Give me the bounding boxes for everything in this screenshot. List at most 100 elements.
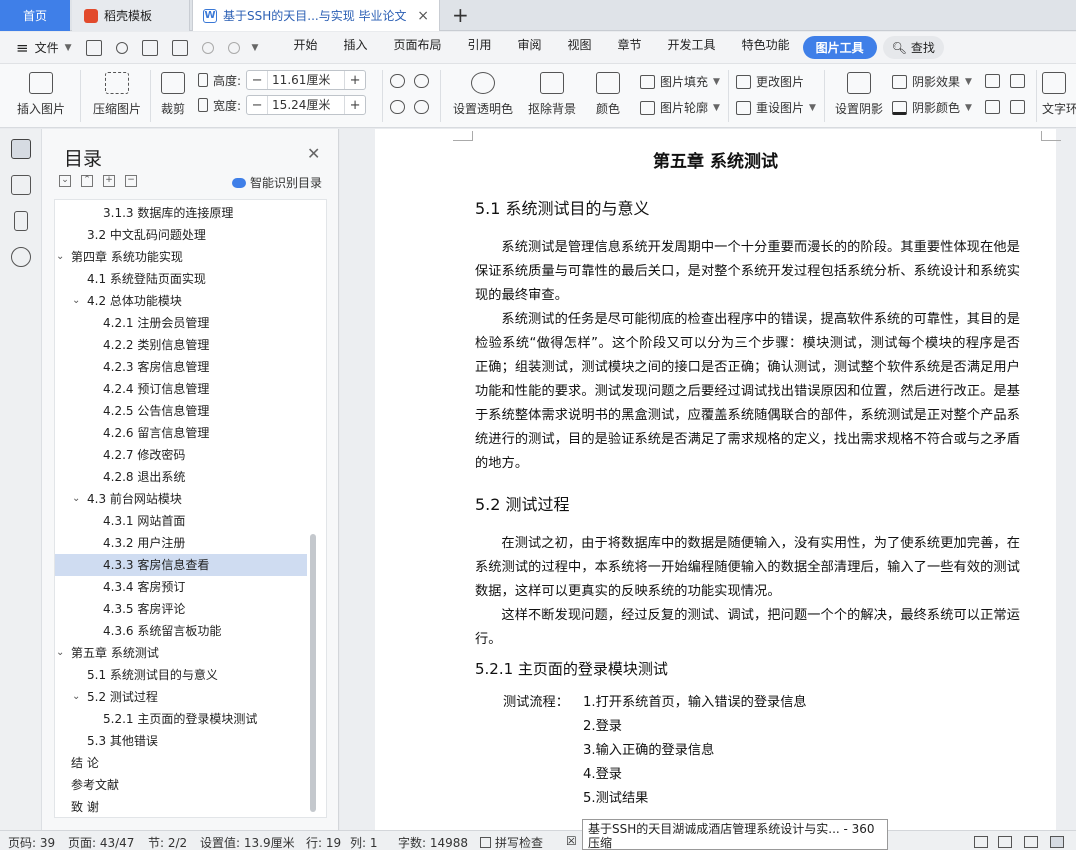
toc-item[interactable]: 4.2.5 公告信息管理 xyxy=(55,400,307,422)
undo-icon[interactable] xyxy=(201,41,214,54)
tab-templates[interactable]: 稻壳模板 xyxy=(72,0,190,31)
crop-button[interactable]: 裁剪 xyxy=(156,64,190,117)
height-decrease-button[interactable]: − xyxy=(247,73,267,88)
toc-item[interactable]: 5.3 其他错误 xyxy=(55,730,307,752)
picture-outline-button[interactable]: 图片轮廓 ▼ xyxy=(640,99,720,116)
toc-item[interactable]: ⌄ 第四章 系统功能实现 xyxy=(55,246,307,268)
edit-pen-icon[interactable] xyxy=(1024,836,1038,848)
menu-section[interactable]: 章节 xyxy=(605,36,655,59)
shadow-effect-button[interactable]: 阴影效果 ▼ xyxy=(892,73,972,90)
change-picture-button[interactable]: 更改图片 xyxy=(736,73,804,90)
toc-item[interactable]: ⌄ 5.2 测试过程 xyxy=(55,686,307,708)
shadow-down-icon[interactable] xyxy=(1010,74,1025,88)
reset-picture-button[interactable]: 重设图片 ▼ xyxy=(736,99,816,116)
redo-icon[interactable] xyxy=(227,41,240,54)
chevron-down-icon[interactable]: ⌄ xyxy=(56,246,64,268)
toc-item[interactable]: 4.2.4 预订信息管理 xyxy=(55,378,307,400)
smart-toc-button[interactable]: 智能识别目录 xyxy=(232,174,322,191)
menu-developer[interactable]: 开发工具 xyxy=(655,36,729,59)
chevron-down-icon[interactable]: ⌄ xyxy=(72,488,80,510)
toc-panel-icon[interactable] xyxy=(11,139,31,159)
export-icon[interactable] xyxy=(115,41,128,54)
save-icon[interactable] xyxy=(85,39,102,56)
height-value[interactable]: 11.61厘米 xyxy=(267,71,346,89)
file-menu[interactable]: ≡ 文件 ▼ xyxy=(16,39,72,57)
fullscreen-icon[interactable] xyxy=(974,836,988,848)
toc-item[interactable]: 4.1 系统登陆页面实现 xyxy=(55,268,307,290)
page-count[interactable]: 页面: 43/47 xyxy=(68,834,134,850)
shadow-left-icon[interactable] xyxy=(985,100,1000,114)
width-stepper[interactable]: − 15.24厘米 + xyxy=(246,95,367,115)
spell-check-toggle[interactable]: 拼写检查 xyxy=(480,834,543,850)
toc-item[interactable]: 4.2.1 注册会员管理 xyxy=(55,312,307,334)
add-heading-icon[interactable]: + xyxy=(103,175,115,187)
height-stepper[interactable]: − 11.61厘米 + xyxy=(246,70,367,90)
chevron-down-icon[interactable]: ⌄ xyxy=(56,642,64,664)
toc-item[interactable]: 3.1.3 数据库的连接原理 xyxy=(55,202,307,224)
toc-item[interactable]: 致 谢 xyxy=(55,796,307,817)
picture-fill-button[interactable]: 图片填充 ▼ xyxy=(640,73,720,90)
toc-item[interactable]: 4.3.3 客房信息查看 xyxy=(55,554,307,576)
width-decrease-button[interactable]: − xyxy=(247,98,267,113)
width-increase-button[interactable]: + xyxy=(345,98,365,113)
page-view-icon[interactable] xyxy=(1050,836,1064,848)
toc-item[interactable]: 4.3.2 用户注册 xyxy=(55,532,307,554)
toc-item[interactable]: ⌄ 4.2 总体功能模块 xyxy=(55,290,307,312)
text-wrap-button[interactable]: 文字环 xyxy=(1042,64,1076,117)
chapter-nav-icon[interactable] xyxy=(11,175,31,195)
toc-item[interactable]: 4.2.7 修改密码 xyxy=(55,444,307,466)
toc-item[interactable]: 4.2.2 类别信息管理 xyxy=(55,334,307,356)
flip-icon[interactable] xyxy=(414,74,429,88)
toc-item[interactable]: 4.2.8 退出系统 xyxy=(55,466,307,488)
toc-item[interactable]: 4.2.6 留言信息管理 xyxy=(55,422,307,444)
toc-item[interactable]: 参考文献 xyxy=(55,774,307,796)
shadow-up-icon[interactable] xyxy=(985,74,1000,88)
quick-access-more-icon[interactable]: ▼ xyxy=(252,43,259,53)
close-icon[interactable]: ✕ xyxy=(307,144,320,163)
set-transparent-button[interactable]: 设置透明色 xyxy=(450,64,516,117)
toc-item[interactable]: 4.3.5 客房评论 xyxy=(55,598,307,620)
read-mode-icon[interactable] xyxy=(998,836,1012,848)
remove-background-button[interactable]: 抠除背景 xyxy=(522,64,582,117)
toc-item[interactable]: ⌄ 第五章 系统测试 xyxy=(55,642,307,664)
toc-item[interactable]: 5.1 系统测试目的与意义 xyxy=(55,664,307,686)
new-tab-button[interactable]: + xyxy=(452,3,469,27)
menu-features[interactable]: 特色功能 xyxy=(729,36,803,59)
toc-item[interactable]: 4.3.4 客房预订 xyxy=(55,576,307,598)
close-tab-icon[interactable]: × xyxy=(417,8,429,24)
rotate-right-icon[interactable] xyxy=(390,100,405,114)
print-preview-icon[interactable] xyxy=(171,39,188,56)
toc-item[interactable]: 4.3.6 系统留言板功能 xyxy=(55,620,307,642)
chevron-down-icon[interactable]: ⌄ xyxy=(72,686,80,708)
toc-item[interactable]: 4.3.1 网站首面 xyxy=(55,510,307,532)
menu-layout[interactable]: 页面布局 xyxy=(380,36,454,59)
shadow-right-icon[interactable] xyxy=(1010,100,1025,114)
menu-view[interactable]: 视图 xyxy=(555,36,605,59)
height-increase-button[interactable]: + xyxy=(345,73,365,88)
color-button[interactable]: 颜色 xyxy=(590,64,626,117)
flip-vertical-icon[interactable] xyxy=(414,100,429,114)
remove-heading-icon[interactable]: − xyxy=(125,175,137,187)
toc-item[interactable]: 5.2.1 主页面的登录模块测试 xyxy=(55,708,307,730)
word-count[interactable]: 字数: 14988 xyxy=(398,834,468,850)
shadow-color-button[interactable]: 阴影颜色 ▼ xyxy=(892,99,972,116)
tab-home[interactable]: 首页 xyxy=(0,0,70,31)
search-box[interactable]: 🔍︎ 查找 xyxy=(882,36,944,59)
tab-document[interactable]: W 基于SSH的天目...与实现 毕业论文 × xyxy=(192,0,440,31)
menu-review[interactable]: 审阅 xyxy=(505,36,555,59)
menu-picture-tools[interactable]: 图片工具 xyxy=(802,36,877,59)
menu-start[interactable]: 开始 xyxy=(280,36,330,59)
toc-item[interactable]: ⌄ 4.3 前台网站模块 xyxy=(55,488,307,510)
print-icon[interactable] xyxy=(141,39,158,56)
menu-references[interactable]: 引用 xyxy=(454,36,504,59)
scrollbar[interactable] xyxy=(310,534,316,812)
close-icon[interactable]: ☒ xyxy=(566,834,577,848)
bookmark-icon[interactable] xyxy=(14,211,28,231)
toc-item[interactable]: 3.2 中文乱码问题处理 xyxy=(55,224,307,246)
document-page[interactable]: 第五章 系统测试 5.1 系统测试目的与意义 系统测试是管理信息系统开发周期中一… xyxy=(375,129,1061,830)
collapse-all-icon[interactable]: ⌄ xyxy=(59,175,71,187)
insert-image-button[interactable]: 插入图片 xyxy=(10,64,72,117)
toc-item[interactable]: 结 论 xyxy=(55,752,307,774)
rotate-icon[interactable] xyxy=(390,74,405,88)
chevron-down-icon[interactable]: ⌄ xyxy=(72,290,80,312)
